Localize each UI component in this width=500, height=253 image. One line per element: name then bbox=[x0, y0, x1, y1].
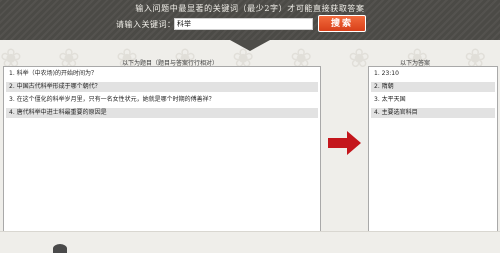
search-input[interactable] bbox=[174, 18, 313, 30]
cursor-shadow bbox=[53, 244, 67, 253]
answer-item: 2. 隋朝 bbox=[371, 82, 495, 92]
answer-item: 3. 太平天国 bbox=[374, 96, 406, 103]
header-bar: 输入问题中最显著的关键词（最少2字）才可能直接获取答案 请输入关键词： 搜索 bbox=[0, 0, 500, 40]
footer-divider bbox=[0, 231, 500, 232]
search-instruction: 输入问题中最显著的关键词（最少2字）才可能直接获取答案 bbox=[135, 4, 365, 13]
answer-item: 4. 主要选官科目 bbox=[371, 108, 495, 118]
search-label: 请输入关键词： bbox=[116, 20, 176, 29]
question-item[interactable]: 3. 在这个僵化的科举岁月里，只有一名女性状元，她就是哪个时期的傅善祥？ bbox=[6, 95, 318, 105]
arrow-right-icon bbox=[328, 131, 361, 155]
questions-list: 1. 科举（中农场)的开始时间为？ 2. 中国古代科举形成于哪个朝代？ 3. 在… bbox=[4, 67, 320, 123]
answers-panel: 1. 23:10 2. 隋朝 3. 太平天国 4. 主要选官科目 bbox=[368, 66, 498, 232]
question-item[interactable]: 1. 科举（中农场)的开始时间为？ bbox=[6, 69, 318, 79]
search-button[interactable]: 搜索 bbox=[318, 15, 366, 32]
questions-panel: 1. 科举（中农场)的开始时间为？ 2. 中国古代科举形成于哪个朝代？ 3. 在… bbox=[3, 66, 321, 232]
answers-list: 1. 23:10 2. 隋朝 3. 太平天国 4. 主要选官科目 bbox=[369, 67, 497, 123]
question-item[interactable]: 2. 中国古代科举形成于哪个朝代？ bbox=[6, 82, 318, 92]
answer-item: 1. 23:10 bbox=[374, 70, 399, 77]
question-item[interactable]: 4. 唐代科举中进士科最重要的原因是 bbox=[6, 108, 318, 118]
